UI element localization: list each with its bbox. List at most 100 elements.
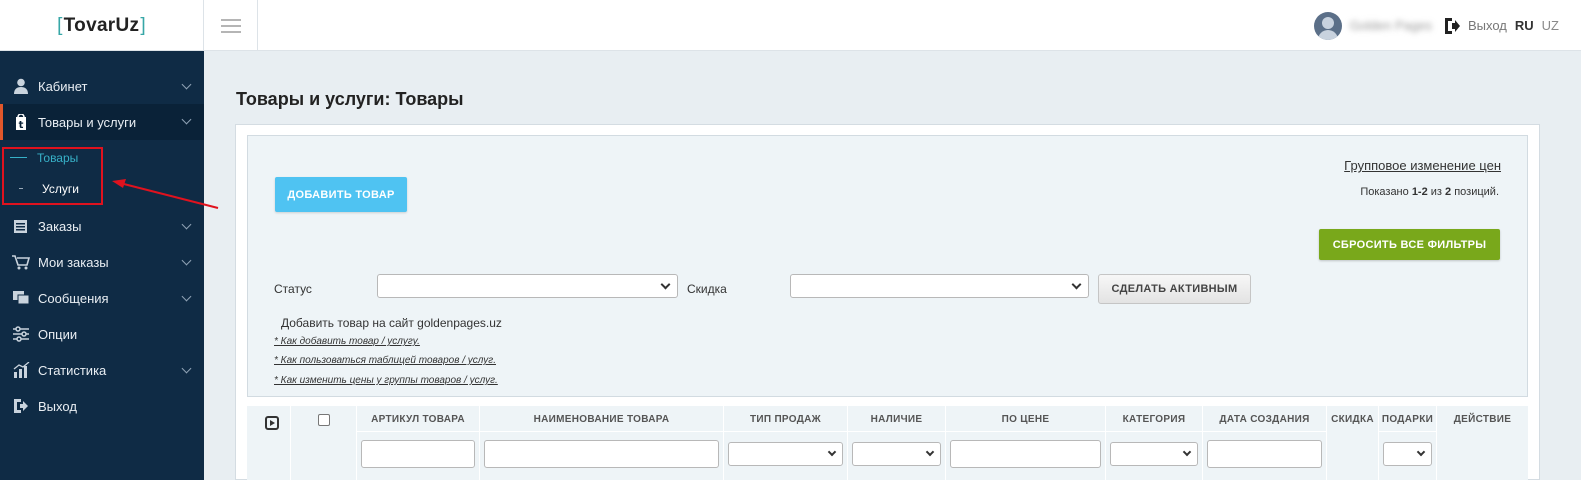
play-icon[interactable]	[265, 416, 279, 430]
sidebar-item-label: Выход	[38, 398, 77, 414]
column-header-label[interactable]: АРТИКУЛ ТОВАРА	[357, 414, 479, 425]
chevron-down-icon	[827, 447, 837, 457]
sidebar-item-messages[interactable]: Сообщения	[0, 280, 204, 316]
sale-type-filter-select[interactable]	[728, 442, 843, 466]
logo-text: TovarUz	[63, 14, 140, 36]
chevron-down-icon	[181, 363, 192, 374]
gifts-filter-select[interactable]	[1383, 442, 1432, 466]
select-all-checkbox[interactable]	[317, 414, 330, 426]
user-icon	[12, 77, 30, 95]
column-header-label[interactable]: СКИДКА	[1327, 414, 1378, 425]
sidebar: Кабинет t Товары и услуги Товары Услуги …	[0, 51, 204, 480]
user-area: Golden Pages Выход RU UZ	[1313, 0, 1559, 51]
sidebar-item-exit[interactable]: Выход	[0, 388, 204, 424]
menu-toggle-button[interactable]	[204, 0, 258, 51]
sidebar-item-label: Сообщения	[38, 290, 109, 306]
group-price-change-link[interactable]: Групповое изменение цен	[1344, 158, 1501, 173]
column-header-label: ДЕЙСТВИЕ	[1453, 414, 1512, 425]
shown-prefix: Показано	[1360, 186, 1412, 198]
make-active-button[interactable]: СДЕЛАТЬ АКТИВНЫМ	[1098, 274, 1251, 304]
tag-icon: t	[12, 113, 30, 131]
user-name[interactable]: Golden Pages	[1350, 18, 1432, 33]
column-header-label[interactable]: ПО ЦЕНЕ	[946, 414, 1105, 425]
column-header-label[interactable]: ТИП ПРОДАЖ	[724, 414, 847, 425]
reset-filters-button[interactable]: СБРОСИТЬ ВСЕ ФИЛЬТРЫ	[1319, 229, 1500, 260]
lang-uz[interactable]: UZ	[1542, 18, 1559, 33]
exit-icon	[12, 397, 30, 415]
discount-label: Скидка	[687, 282, 727, 296]
shown-middle: из	[1427, 186, 1446, 198]
logout-icon[interactable]	[1444, 17, 1460, 35]
annotation-arrow	[112, 179, 219, 209]
logout-link[interactable]: Выход	[1468, 18, 1507, 33]
column-category: КАТЕГОРИЯ	[1106, 406, 1203, 480]
column-header-label[interactable]: НАЛИЧИЕ	[848, 414, 945, 425]
logo-bracket-left: [	[57, 14, 63, 36]
availability-filter-select[interactable]	[852, 442, 941, 466]
name-filter-input[interactable]	[484, 440, 719, 468]
cart-icon	[12, 253, 30, 271]
column-header-label[interactable]: ДАТА СОЗДАНИЯ	[1203, 414, 1326, 425]
chevron-down-icon	[1071, 279, 1082, 290]
sku-filter-input[interactable]	[361, 440, 475, 468]
add-product-button[interactable]: ДОБАВИТЬ ТОВАР	[275, 177, 407, 212]
chevron-down-icon	[181, 291, 192, 302]
sidebar-item-my-orders[interactable]: Мои заказы	[0, 244, 204, 280]
chevron-down-icon	[181, 255, 192, 266]
shown-count: Показано 1-2 из 2 позиций.	[1360, 186, 1499, 198]
orders-icon	[12, 217, 30, 235]
sidebar-item-options[interactable]: Опции	[0, 316, 204, 352]
status-label: Статус	[274, 282, 312, 296]
chevron-down-icon	[660, 279, 671, 290]
content-panel: Групповое изменение цен ДОБАВИТЬ ТОВАР П…	[235, 124, 1540, 480]
column-header-label[interactable]: ПОДАРКИ	[1379, 414, 1436, 425]
column-gifts: ПОДАРКИ	[1379, 406, 1437, 480]
sidebar-item-label: Товары и услуги	[38, 114, 137, 130]
sidebar-item-label: Заказы	[38, 218, 82, 234]
column-sku: АРТИКУЛ ТОВАРА	[357, 406, 480, 480]
messages-icon	[12, 289, 30, 307]
sidebar-item-goods-services[interactable]: t Товары и услуги	[0, 104, 204, 140]
category-filter-select[interactable]	[1110, 442, 1198, 466]
discount-select[interactable]	[790, 274, 1089, 298]
sidebar-item-statistics[interactable]: Статистика	[0, 352, 204, 388]
help-link-prices[interactable]: * Как изменить цены у группы товаров / у…	[274, 375, 498, 386]
column-header-label[interactable]: КАТЕГОРИЯ	[1106, 414, 1202, 425]
created-filter-input[interactable]	[1207, 440, 1322, 468]
sidebar-item-label: Мои заказы	[38, 254, 109, 270]
help-link-table[interactable]: * Как пользоваться таблицей товаров / ус…	[274, 355, 496, 366]
column-sale-type: ТИП ПРОДАЖ	[724, 406, 848, 480]
column-created: ДАТА СОЗДАНИЯ	[1203, 406, 1327, 480]
lang-ru[interactable]: RU	[1515, 18, 1534, 33]
column-header-label[interactable]: НАИМЕНОВАНИЕ ТОВАРА	[480, 414, 723, 425]
help-link-add[interactable]: * Как добавить товар / услугу.	[274, 336, 420, 347]
status-select[interactable]	[377, 274, 678, 298]
avatar[interactable]	[1313, 11, 1342, 40]
chevron-down-icon	[181, 219, 192, 230]
chart-icon	[12, 361, 30, 379]
filter-box: Групповое изменение цен ДОБАВИТЬ ТОВАР П…	[247, 135, 1528, 397]
sliders-icon	[12, 325, 30, 343]
column-price: ПО ЦЕНЕ	[946, 406, 1106, 480]
logo-bracket-right: ]	[140, 14, 146, 36]
sidebar-item-label: Опции	[38, 326, 78, 342]
column-play	[247, 406, 291, 480]
column-availability: НАЛИЧИЕ	[848, 406, 946, 480]
shown-range: 1-2	[1411, 186, 1428, 198]
column-action: ДЕЙСТВИЕ	[1437, 406, 1528, 480]
price-filter-input[interactable]	[950, 440, 1101, 468]
shown-suffix: позиций.	[1451, 186, 1499, 198]
logo[interactable]: [TovarUz]	[0, 0, 204, 51]
chevron-down-icon	[1416, 447, 1426, 457]
add-to-site-text: Добавить товар на сайт goldenpages.uz	[281, 316, 502, 330]
annotation-highlight-box	[2, 147, 103, 205]
chevron-down-icon	[181, 114, 192, 125]
column-check	[291, 406, 357, 480]
chevron-down-icon	[1182, 447, 1192, 457]
products-table-header: АРТИКУЛ ТОВАРА НАИМЕНОВАНИЕ ТОВАРА ТИП П…	[247, 406, 1528, 480]
page-title: Товары и услуги: Товары	[236, 89, 464, 109]
chevron-down-icon	[181, 79, 192, 90]
top-bar: [TovarUz] Golden Pages Выход RU UZ	[0, 0, 1581, 51]
sidebar-item-cabinet[interactable]: Кабинет	[0, 68, 204, 104]
chevron-down-icon	[925, 447, 935, 457]
